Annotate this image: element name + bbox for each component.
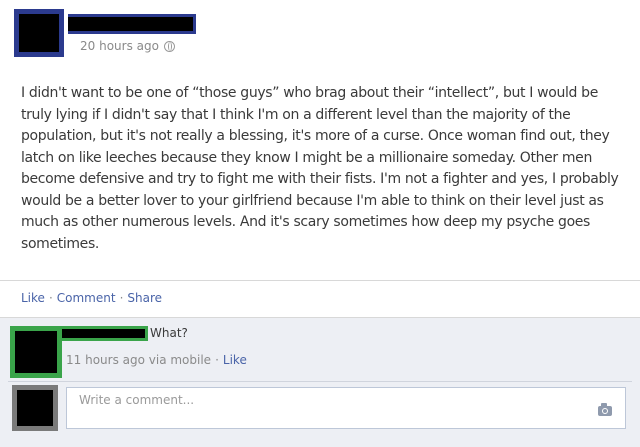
poster-name-redacted[interactable] bbox=[68, 14, 196, 34]
comment-timestamp[interactable]: 11 hours ago via mobile bbox=[66, 353, 211, 367]
commenter-name-redacted[interactable] bbox=[62, 326, 148, 341]
post-timestamp[interactable]: 20 hours ago bbox=[80, 39, 159, 53]
comment-like-link[interactable]: Like bbox=[223, 353, 247, 367]
post-text: I didn't want to be one of “those guys” … bbox=[21, 85, 619, 252]
comment-text: What? bbox=[150, 326, 188, 340]
current-user-avatar-redacted bbox=[12, 385, 58, 431]
share-link[interactable]: Share bbox=[127, 291, 162, 305]
comment-meta: 11 hours ago via mobile · Like bbox=[66, 353, 247, 367]
post-body: I didn't want to be one of “those guys” … bbox=[21, 83, 625, 255]
camera-icon[interactable] bbox=[598, 403, 612, 416]
comment-input[interactable] bbox=[66, 387, 626, 429]
poster-avatar-redacted[interactable] bbox=[14, 9, 64, 57]
divider bbox=[8, 381, 632, 382]
post-meta: 20 hours ago bbox=[80, 39, 175, 53]
divider bbox=[0, 317, 640, 318]
like-link[interactable]: Like bbox=[21, 291, 45, 305]
separator: · bbox=[119, 291, 124, 305]
globe-icon[interactable] bbox=[163, 40, 175, 52]
separator: · bbox=[48, 291, 53, 305]
commenter-avatar-redacted[interactable] bbox=[10, 326, 62, 378]
post-actions: Like · Comment · Share bbox=[21, 291, 162, 305]
comment-link[interactable]: Comment bbox=[57, 291, 116, 305]
divider bbox=[0, 280, 640, 281]
separator: · bbox=[215, 353, 219, 367]
facebook-post: 20 hours ago I didn't want to be one of … bbox=[0, 0, 640, 447]
